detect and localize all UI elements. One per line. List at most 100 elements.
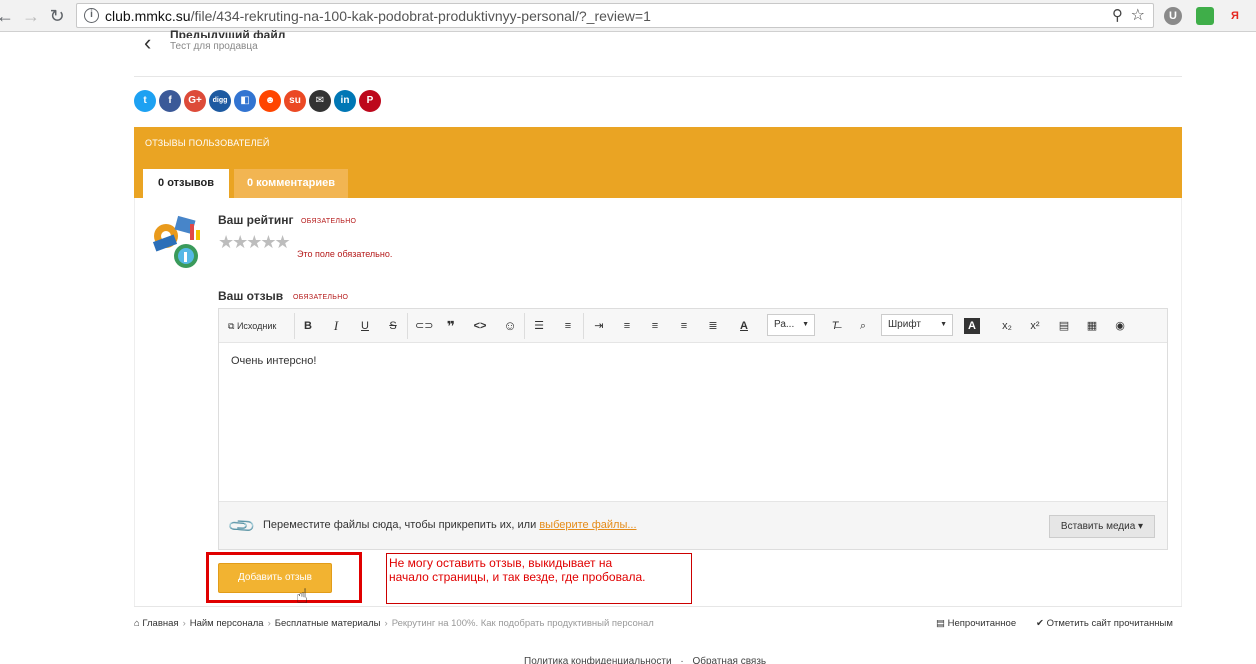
tab-comments[interactable]: 0 комментариев: [234, 169, 348, 198]
review-editor: ⧉ Исходник B I U S ⊂⊃ ❞ <> ☺ ☰ ≡ ⇥ ≡ ≡ ≡…: [218, 308, 1168, 550]
google-plus-icon[interactable]: G+: [184, 90, 206, 112]
address-bar[interactable]: i club.mmkc.su/file/434-rekruting-na-100…: [76, 3, 1154, 28]
email-icon[interactable]: ✉: [309, 90, 331, 112]
background-color-icon[interactable]: A: [964, 318, 980, 334]
annotation-line: Не могу оставить отзыв, выкидывает на: [389, 556, 613, 570]
mark-read-link[interactable]: ✔ Отметить сайт прочитанным: [1036, 618, 1173, 629]
breadcrumb-home[interactable]: Главная: [142, 618, 178, 629]
add-review-button[interactable]: Добавить отзыв: [218, 563, 332, 593]
table-icon[interactable]: ▦: [1084, 318, 1100, 334]
strikethrough-icon[interactable]: S: [386, 318, 400, 334]
rating-error-message: Это поле обязательно.: [297, 249, 393, 259]
divider: [134, 606, 1182, 607]
unread-icon: ▤: [936, 618, 948, 629]
privacy-link[interactable]: Политика конфиденциальности: [524, 656, 672, 664]
toolbar-separator: [407, 313, 408, 339]
stumbleupon-icon[interactable]: su: [284, 90, 306, 112]
linkedin-icon[interactable]: in: [334, 90, 356, 112]
attachment-bar: 📎 Переместите файлы сюда, чтобы прикрепи…: [219, 501, 1167, 549]
reload-icon[interactable]: ↻: [46, 5, 68, 27]
clear-format-icon[interactable]: T̶: [827, 318, 843, 334]
site-info-icon[interactable]: i: [84, 8, 99, 23]
align-left-icon[interactable]: ≡: [619, 318, 635, 334]
breadcrumb-item[interactable]: Бесплатные материалы: [275, 618, 381, 629]
attach-instructions: Переместите файлы сюда, чтобы прикрепить…: [263, 519, 637, 531]
font-family-select[interactable]: Шрифт ▼: [881, 314, 953, 336]
paste-icon[interactable]: ▤: [1056, 318, 1072, 334]
source-icon: ⧉: [228, 321, 237, 331]
paperclip-icon: 📎: [226, 511, 257, 542]
rating-label: Ваш рейтинг: [218, 213, 294, 227]
font-family-value: Шрифт: [888, 319, 921, 330]
url-text[interactable]: club.mmkc.su/file/434-rekruting-na-100-k…: [105, 8, 651, 24]
extension-u-icon[interactable]: U: [1164, 7, 1182, 25]
find-replace-icon[interactable]: ⌕: [855, 318, 871, 334]
facebook-icon[interactable]: f: [159, 90, 181, 112]
toolbar-separator: [583, 313, 584, 339]
previous-file-title[interactable]: Предыдущий файл: [170, 28, 285, 38]
chevron-left-icon[interactable]: ‹: [144, 32, 151, 54]
reddit-icon[interactable]: ☻: [259, 90, 281, 112]
back-icon[interactable]: ←: [0, 5, 16, 27]
tab-reviews[interactable]: 0 отзывов: [143, 169, 229, 198]
previous-file-subtitle[interactable]: Тест для продавца: [170, 41, 258, 52]
code-icon[interactable]: <>: [472, 318, 488, 334]
font-size-value: Ра...: [774, 319, 795, 330]
superscript-icon[interactable]: x²: [1027, 318, 1043, 334]
quote-icon[interactable]: ❞: [443, 318, 459, 334]
source-button[interactable]: ⧉ Исходник: [228, 318, 276, 334]
font-size-select[interactable]: Ра... ▼: [767, 314, 815, 336]
breadcrumb-separator: ›: [384, 618, 388, 629]
editor-content-area[interactable]: Очень интерсно!: [219, 343, 1167, 501]
annotation-box: Не могу оставить отзыв, выкидывает на на…: [386, 553, 692, 604]
breadcrumb-item[interactable]: Найм персонала: [190, 618, 264, 629]
bold-icon[interactable]: B: [301, 318, 315, 334]
forward-icon[interactable]: →: [20, 5, 42, 27]
review-label: Ваш отзыв: [218, 289, 284, 303]
extension-grid-icon[interactable]: [1196, 7, 1214, 25]
reviews-title: Отзывы пользователей: [145, 138, 270, 148]
reviews-header: Отзывы пользователей 0 отзывов 0 коммент…: [134, 127, 1182, 198]
preview-icon[interactable]: ◉: [1112, 318, 1128, 334]
divider: [134, 76, 1182, 77]
numbered-list-icon[interactable]: ≡: [560, 318, 576, 334]
delicious-icon[interactable]: ◧: [234, 90, 256, 112]
attach-text: Переместите файлы сюда, чтобы прикрепить…: [263, 519, 540, 531]
unread-label: Непрочитанное: [947, 618, 1017, 629]
insert-media-button[interactable]: Вставить медиа ▾: [1049, 515, 1155, 538]
align-right-icon[interactable]: ≡: [676, 318, 692, 334]
annotation-line: начало страницы, и так везде, где пробов…: [389, 570, 646, 584]
indent-icon[interactable]: ⇥: [591, 318, 607, 334]
footer-separator: ·: [680, 656, 684, 664]
pinterest-icon[interactable]: P: [359, 90, 381, 112]
source-label: Исходник: [236, 321, 277, 331]
zoom-icon[interactable]: ⚲: [1112, 6, 1123, 24]
bullet-list-icon[interactable]: ☰: [531, 318, 547, 334]
align-justify-icon[interactable]: ≣: [705, 318, 721, 334]
review-text[interactable]: Очень интерсно!: [231, 355, 316, 367]
italic-icon[interactable]: I: [329, 318, 343, 334]
emoji-icon[interactable]: ☺: [502, 318, 518, 334]
yandex-icon[interactable]: Я: [1226, 7, 1244, 25]
text-color-icon[interactable]: A: [735, 318, 753, 334]
breadcrumb-separator: ›: [267, 618, 271, 629]
breadcrumb-current: Рекрутинг на 100%. Как подобрать продукт…: [391, 618, 654, 629]
unread-link[interactable]: ▤ Непрочитанное: [936, 618, 1016, 629]
digg-icon[interactable]: digg: [209, 90, 231, 112]
toolbar-separator: [524, 313, 525, 339]
footer-links: Политика конфиденциальности · Обратная с…: [524, 656, 766, 664]
star-rating-input[interactable]: ★★★★★: [218, 232, 291, 253]
feedback-link[interactable]: Обратная связь: [692, 656, 766, 664]
share-buttons: t f G+ digg ◧ ☻ su ✉ in P: [134, 90, 381, 112]
caret-down-icon: ▼: [940, 321, 947, 328]
subscript-icon[interactable]: x₂: [999, 318, 1015, 334]
toolbar-separator: [294, 313, 295, 339]
choose-files-link[interactable]: выберите файлы...: [539, 519, 636, 531]
align-center-icon[interactable]: ≡: [647, 318, 663, 334]
bookmark-star-icon[interactable]: ☆: [1131, 5, 1145, 25]
rating-required-badge: Обязательно: [301, 218, 357, 225]
twitter-icon[interactable]: t: [134, 90, 156, 112]
link-icon[interactable]: ⊂⊃: [415, 318, 433, 334]
underline-icon[interactable]: U: [358, 318, 372, 334]
review-required-badge: Обязательно: [293, 294, 349, 301]
